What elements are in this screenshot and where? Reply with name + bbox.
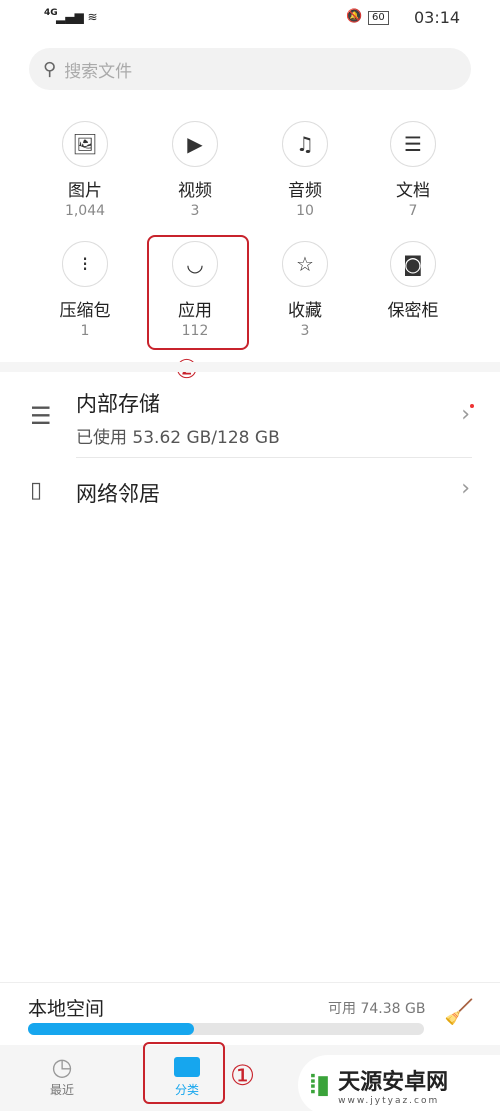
category-image[interactable]: 🖼 图片 1,044: [30, 121, 140, 219]
category-document[interactable]: ☰ 文档 7: [358, 121, 468, 219]
internal-storage-item[interactable]: ☰ 内部存储 已使用 53.62 GB/128 GB ›: [0, 380, 500, 458]
image-icon: 🖼: [62, 121, 108, 167]
clean-broom-icon[interactable]: 🧹: [444, 998, 474, 1026]
star-folder-icon: ☆: [282, 241, 328, 287]
clock-icon: ◷: [51, 1053, 73, 1081]
category-label: 视频: [178, 181, 212, 201]
document-icon: ☰: [390, 121, 436, 167]
annotation-box-category: [143, 1042, 225, 1104]
category-count: 1,044: [64, 203, 106, 219]
watermark-logo: ⦙▮ 天源安卓网 www.jytyaz.com: [298, 1055, 500, 1115]
annotation-one: ①: [230, 1059, 256, 1092]
audio-icon: ♫: [282, 121, 328, 167]
category-video[interactable]: ▶ 视频 3: [140, 121, 250, 219]
storage-usage: 已使用 53.62 GB/128 GB: [76, 428, 280, 448]
category-label: 压缩包: [59, 301, 111, 321]
network-device-icon: ▯: [30, 478, 43, 503]
local-space-title: 本地空间: [28, 998, 105, 1020]
category-count: 3: [190, 203, 200, 219]
annotation-box-apps: [147, 235, 249, 350]
status-bar: 4G ▂▄▆ ≋ 🔕 60 03:14: [0, 8, 500, 30]
category-label: 音频: [288, 181, 322, 201]
nav-recent[interactable]: ◷ 最近: [22, 1053, 102, 1098]
battery-icon: 60: [368, 11, 389, 25]
search-placeholder: 搜索文件: [64, 61, 133, 82]
category-star-folder[interactable]: ☆ 收藏 3: [250, 241, 360, 339]
storage-progress-fill: [28, 1023, 195, 1035]
category-label: 文档: [396, 181, 430, 201]
archive-icon: ⁝: [62, 241, 108, 287]
video-icon: ▶: [172, 121, 218, 167]
category-count: 7: [408, 203, 418, 219]
safe-icon: ◙: [390, 241, 436, 287]
category-archive[interactable]: ⁝ 压缩包 1: [30, 241, 140, 339]
nav-recent-label: 最近: [49, 1083, 74, 1097]
search-input[interactable]: ⚲ 搜索文件: [29, 48, 471, 90]
category-label: 收藏: [288, 301, 322, 321]
divider: [0, 982, 500, 983]
category-count: 1: [80, 323, 90, 339]
network-title: 网络邻居: [76, 482, 160, 506]
category-label: 保密柜: [387, 301, 439, 321]
bottom-nav: ◷ 最近 分类 ① ⦙▮ 天源安卓网 www.jytyaz.com: [0, 1042, 500, 1115]
clock: 03:14: [414, 8, 461, 27]
chevron-right-icon: ›: [461, 476, 470, 501]
signal-icon: ▂▄▆ ≋: [56, 10, 98, 24]
mute-icon: 🔕: [346, 9, 363, 24]
watermark-url: www.jytyaz.com: [338, 1096, 440, 1106]
available-space: 可用 74.38 GB: [328, 1001, 426, 1017]
category-safe[interactable]: ◙ 保密柜: [358, 241, 468, 323]
category-audio[interactable]: ♫ 音频 10: [250, 121, 360, 219]
category-count: 3: [300, 323, 310, 339]
chevron-right-icon: ›: [461, 402, 470, 427]
category-label: 图片: [68, 181, 102, 201]
storage-progress-bar: [28, 1023, 424, 1035]
storage-icon: ☰: [30, 402, 52, 430]
network-neighbors-item[interactable]: ▯ 网络邻居 ›: [0, 462, 500, 522]
divider: [76, 457, 472, 458]
section-divider: [0, 362, 500, 372]
notification-dot: [470, 404, 474, 408]
storage-title: 内部存储: [76, 392, 160, 416]
watermark-text: 天源安卓网: [338, 1070, 449, 1095]
category-count: 10: [296, 203, 314, 219]
search-icon: ⚲: [43, 58, 57, 80]
